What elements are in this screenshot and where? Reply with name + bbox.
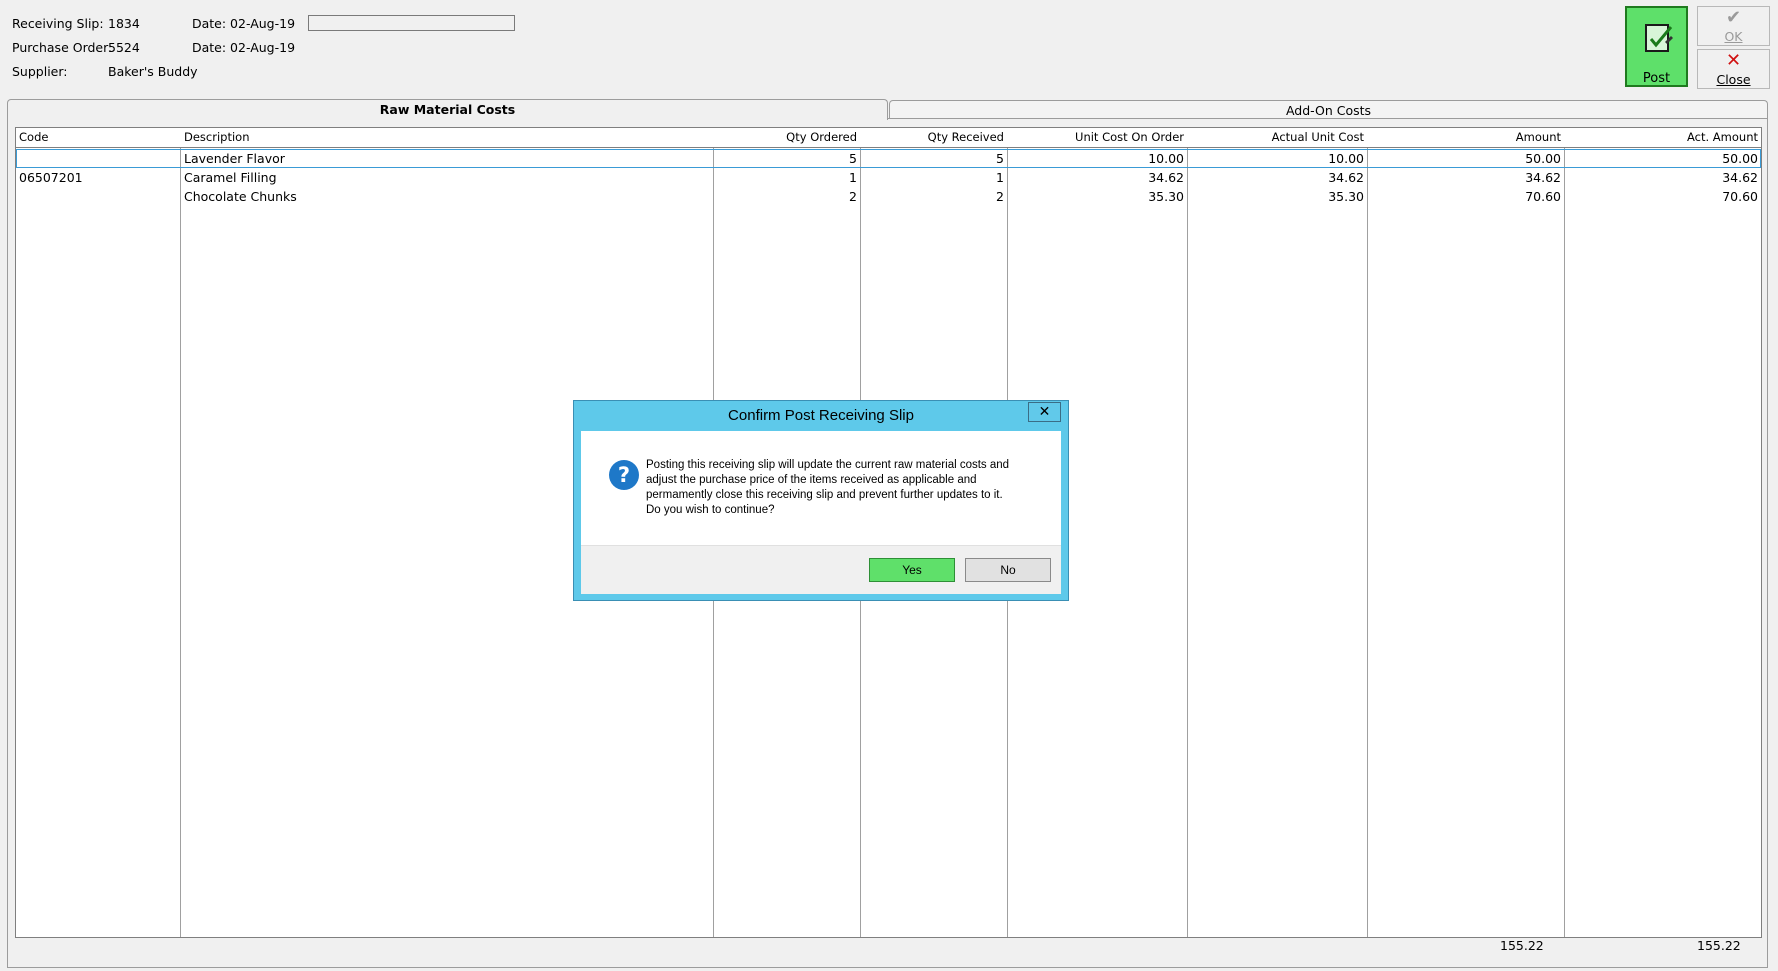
dialog-body: ? Posting this receiving slip will updat… [581, 431, 1061, 594]
table-row[interactable]: Chocolate Chunks 2 2 35.30 35.30 70.60 7… [16, 187, 1761, 206]
close-label: Close [1716, 72, 1751, 87]
question-icon: ? [608, 459, 640, 494]
col-amount-header[interactable]: Amount [1368, 128, 1564, 147]
cell-code [16, 187, 180, 206]
cell-description: Chocolate Chunks [184, 189, 297, 204]
dialog-message-line: Posting this receiving slip will update … [646, 459, 1010, 471]
dialog-message-line: permamently close this receiving slip an… [646, 489, 1003, 501]
cell-qty-received: 1 [996, 170, 1004, 185]
cell-amount: 34.62 [1525, 170, 1561, 185]
cell-qty-ordered: 5 [849, 151, 857, 166]
col-unit-cost-header[interactable]: Unit Cost On Order [1008, 128, 1187, 147]
no-button[interactable]: No [965, 558, 1051, 582]
dialog-message-line: Do you wish to continue? [646, 504, 775, 516]
cell-act-amount: 50.00 [1722, 151, 1758, 166]
ok-button[interactable]: ✔ OK [1697, 6, 1770, 46]
cell-qty-received: 2 [996, 189, 1004, 204]
cell-actual-unit-cost: 10.00 [1328, 151, 1364, 166]
cell-amount: 50.00 [1525, 151, 1561, 166]
column-divider [1367, 128, 1368, 937]
cell-description: Lavender Flavor [184, 151, 285, 166]
table-row[interactable]: Lavender Flavor 5 5 10.00 10.00 50.00 50… [16, 149, 1761, 168]
dialog-message-line: adjust the purchase price of the items r… [646, 474, 977, 486]
purchase-order-value: 5524 [108, 40, 140, 55]
cell-qty-received: 5 [996, 151, 1004, 166]
ok-label: OK [1724, 29, 1743, 44]
col-act-amount-header[interactable]: Act. Amount [1565, 128, 1761, 147]
cell-unit-cost: 34.62 [1148, 170, 1184, 185]
yes-button[interactable]: Yes [869, 558, 955, 582]
tab-add-on-costs[interactable]: Add-On Costs [889, 100, 1768, 120]
col-actual-unit-cost-header[interactable]: Actual Unit Cost [1188, 128, 1367, 147]
supplier-label: Supplier: [12, 64, 68, 79]
cell-qty-ordered: 2 [849, 189, 857, 204]
col-qty-received-header[interactable]: Qty Received [861, 128, 1007, 147]
cell-amount: 70.60 [1525, 189, 1561, 204]
receiving-slip-value: 1834 [108, 16, 140, 31]
post-label: Post [1642, 71, 1671, 86]
tab-raw-material-costs[interactable]: Raw Material Costs [7, 99, 888, 120]
receiving-date: Date: 02-Aug-19 [192, 16, 296, 31]
dialog-footer: Yes No [581, 545, 1061, 594]
cell-act-amount: 34.62 [1722, 170, 1758, 185]
close-icon: ✕ [1038, 404, 1051, 420]
cell-unit-cost: 10.00 [1148, 151, 1184, 166]
col-description-header[interactable]: Description [181, 128, 713, 147]
purchase-order-label: Purchase Order: [12, 40, 113, 55]
close-button[interactable]: ✕ Close [1697, 49, 1770, 89]
supplier-value: Baker's Buddy [108, 64, 198, 79]
total-amount: 155.22 [1500, 938, 1544, 953]
column-divider [1564, 128, 1565, 937]
grid-header: Code Description Qty Ordered Qty Receive… [16, 128, 1761, 148]
confirm-dialog: Confirm Post Receiving Slip ✕ ? Posting … [573, 400, 1069, 601]
column-divider [180, 128, 181, 937]
receiving-slip-label: Receiving Slip: [12, 16, 104, 31]
dialog-message: Posting this receiving slip will update … [646, 458, 1046, 518]
column-divider [1187, 128, 1188, 937]
cell-actual-unit-cost: 35.30 [1328, 189, 1364, 204]
cell-qty-ordered: 1 [849, 170, 857, 185]
svg-text:?: ? [618, 463, 630, 487]
table-row[interactable]: 06507201 Caramel Filling 1 1 34.62 34.62… [16, 168, 1761, 187]
progress-box [308, 15, 515, 31]
total-act-amount: 155.22 [1697, 938, 1741, 953]
col-code-header[interactable]: Code [16, 128, 180, 147]
cell-description: Caramel Filling [184, 170, 277, 185]
dialog-close-button[interactable]: ✕ [1028, 402, 1061, 422]
cell-actual-unit-cost: 34.62 [1328, 170, 1364, 185]
dialog-title: Confirm Post Receiving Slip [728, 407, 914, 424]
col-qty-ordered-header[interactable]: Qty Ordered [714, 128, 860, 147]
cell-unit-cost: 35.30 [1148, 189, 1184, 204]
checkmark-icon: ✔ [1725, 7, 1742, 28]
cell-code: 06507201 [19, 170, 83, 185]
cell-code [16, 149, 180, 168]
cell-act-amount: 70.60 [1722, 189, 1758, 204]
post-icon [1643, 22, 1675, 59]
po-date: Date: 02-Aug-19 [192, 40, 296, 55]
close-icon: ✕ [1725, 50, 1742, 71]
post-button[interactable]: Post [1625, 6, 1688, 87]
